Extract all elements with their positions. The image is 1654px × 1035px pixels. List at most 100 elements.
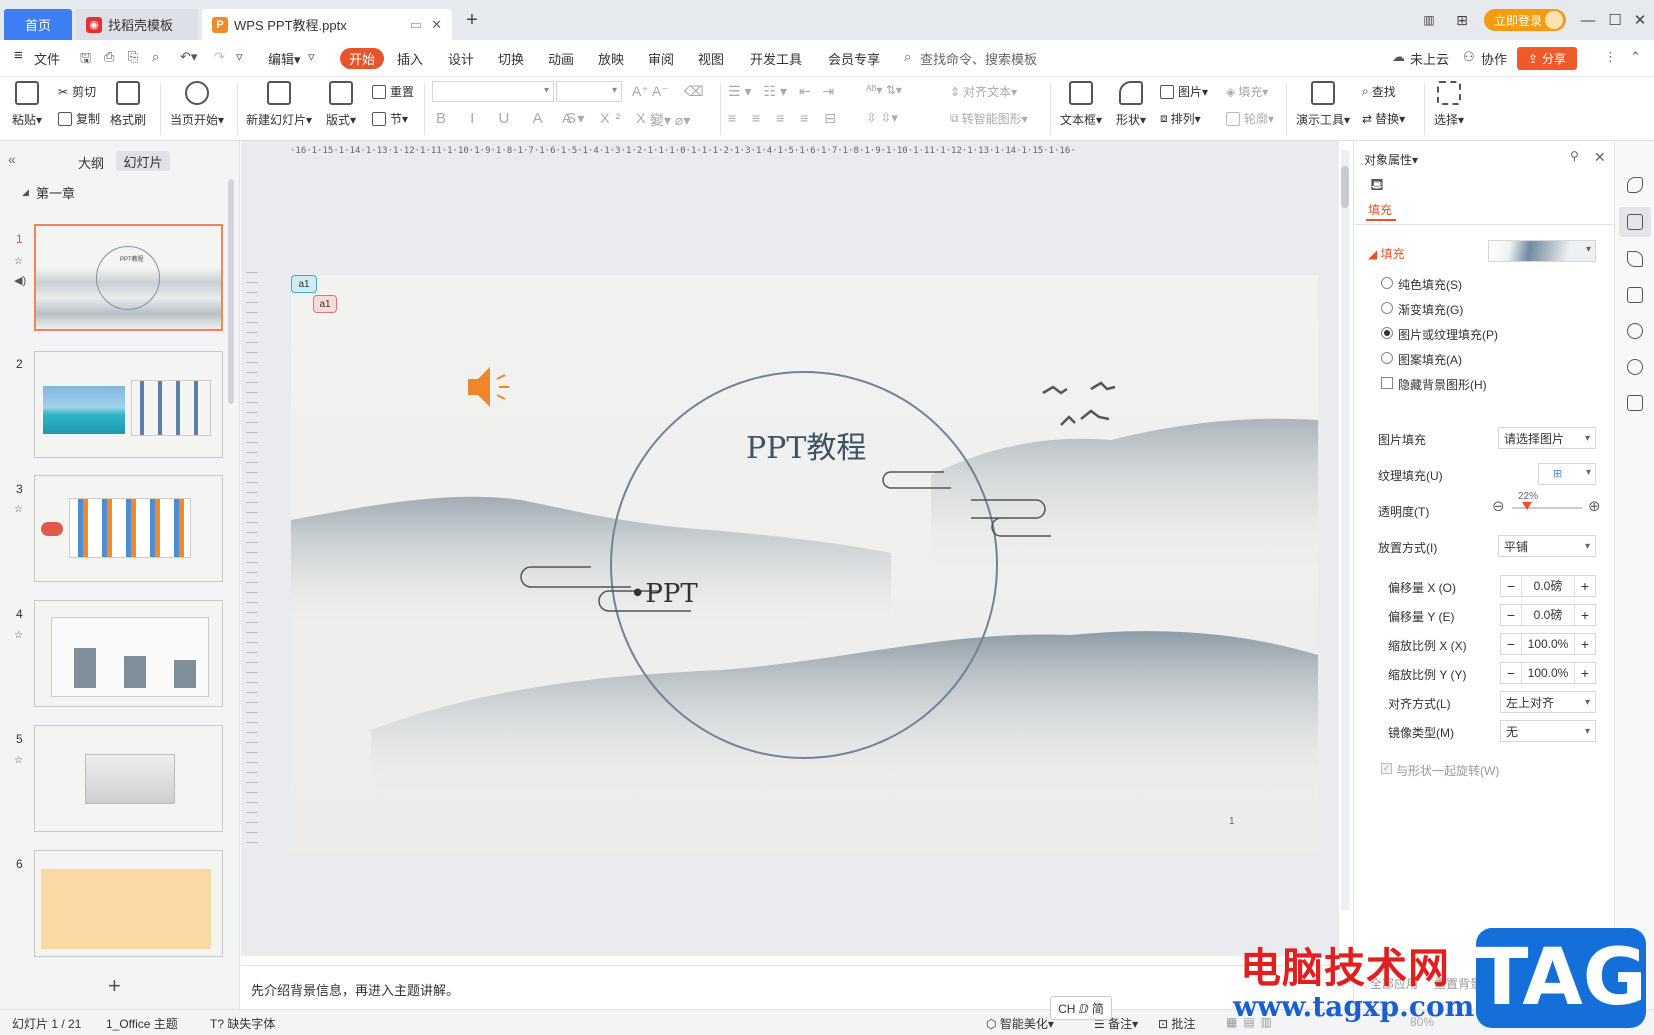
add-slide-button[interactable]: + (108, 973, 121, 999)
menu-edit[interactable]: 编辑▾ (268, 49, 301, 68)
slider-handle[interactable] (1522, 502, 1533, 510)
pin-icon[interactable]: ⚲ (1570, 149, 1579, 163)
mirror-select[interactable]: 无 (1500, 720, 1596, 742)
format-brush-button[interactable]: 格式刷 (110, 81, 146, 128)
menu-vip[interactable]: 会员专享 (828, 49, 880, 68)
slide-thumbnail-6[interactable] (34, 850, 223, 957)
cloud-status[interactable]: 未上云 (1410, 49, 1449, 68)
undo-icon[interactable]: ↶▾ (180, 49, 197, 65)
scale-y-value[interactable]: 100.0% (1521, 663, 1575, 683)
slide-1[interactable]: a1 a1 PPT教程 •PPT 1 (291, 275, 1318, 853)
radio-gradient-fill[interactable] (1381, 302, 1393, 314)
panel-title[interactable]: 对象属性▾ (1364, 151, 1418, 168)
settings-icon[interactable] (1627, 323, 1643, 339)
redo-icon[interactable]: ↷ (214, 49, 225, 65)
play-current-button[interactable]: 当页开始▾ (170, 81, 224, 128)
star-icon[interactable] (1627, 251, 1643, 267)
select-button[interactable]: 选择▾ (1434, 81, 1464, 128)
close-window-button[interactable]: ✕ (1628, 8, 1652, 32)
menu-dev[interactable]: 开发工具 (750, 49, 802, 68)
picture-button[interactable]: 图片 ▾ (1160, 83, 1208, 100)
slide-thumbnail-4[interactable] (34, 600, 223, 707)
horizontal-ruler[interactable]: ·16·1·15·1·14·1·13·1·12·1·11·1·10·1·9·1·… (290, 146, 1318, 158)
layout-button[interactable]: 版式▾ (326, 81, 356, 128)
collapse-panel-icon[interactable]: « (8, 151, 16, 167)
font-family-select[interactable]: ▾ (432, 81, 554, 102)
menu-animation[interactable]: 动画 (548, 49, 574, 68)
pin-icon[interactable]: ▭ (410, 17, 422, 33)
close-icon[interactable]: ✕ (1594, 149, 1606, 166)
offset-x-stepper[interactable]: −0.0磅 + (1500, 575, 1596, 597)
ime-indicator[interactable]: CH ⅅ 简 (1050, 996, 1112, 1020)
preview-icon[interactable]: ⌕ (152, 49, 159, 65)
comments-toggle-button[interactable]: ⊡ 批注 (1158, 1015, 1195, 1032)
customize-icon[interactable]: ▿ (236, 49, 243, 65)
location-icon[interactable] (1627, 359, 1643, 375)
tab-template[interactable]: ◉ 找稻壳模板 (76, 9, 198, 40)
fill-section-toggle[interactable]: ◢ 填充 (1368, 245, 1405, 262)
textbox-button[interactable]: 文本框▾ (1060, 81, 1102, 128)
smart-shape-button[interactable]: ⧉ 转智能图形 ▾ (950, 110, 1028, 127)
placement-select[interactable]: 平铺 (1498, 535, 1596, 557)
menu-start[interactable]: 开始 (340, 48, 384, 69)
comment-icon[interactable] (1627, 287, 1643, 303)
apps-grid-icon[interactable]: ⊞ (1450, 8, 1474, 32)
minus-icon[interactable]: − (1501, 634, 1521, 654)
font-size-select[interactable]: ▾ (556, 81, 622, 102)
scale-y-stepper[interactable]: −100.0% + (1500, 662, 1596, 684)
canvas-scrollbar[interactable] (1341, 150, 1349, 910)
book-icon[interactable] (1627, 395, 1643, 411)
theme-name[interactable]: 1_Office 主题 (106, 1015, 178, 1032)
slide-thumbnail-2[interactable] (34, 351, 223, 458)
pic-fill-select[interactable]: 请选择图片 (1498, 427, 1596, 449)
scale-x-stepper[interactable]: −100.0% + (1500, 633, 1596, 655)
window-layout-icon[interactable]: ▥ (1417, 8, 1441, 32)
vertical-ruler[interactable] (246, 272, 258, 852)
plus-icon[interactable]: + (1575, 663, 1595, 683)
section-button[interactable]: 节 ▾ (372, 110, 408, 127)
tab-outline[interactable]: 大纲 (78, 153, 104, 172)
menu-show[interactable]: 放映 (598, 49, 624, 68)
shape-button[interactable]: 形状▾ (1116, 81, 1146, 128)
cut-button[interactable]: ✂ 剪切 (58, 83, 96, 100)
print-icon[interactable]: ⎘ (128, 49, 138, 65)
copy-button[interactable]: 复制 (58, 110, 100, 127)
notes-pane[interactable]: 先介绍背景信息，再进入主题讲解。 (241, 965, 1339, 1009)
collapse-ribbon-icon[interactable]: ⌃ (1630, 49, 1641, 65)
command-search[interactable]: 查找命令、搜索模板 (920, 49, 1037, 68)
properties-icon[interactable] (1627, 214, 1643, 230)
font-color-icons[interactable]: A▾ X² X₂ (562, 110, 663, 127)
menu-design[interactable]: 设计 (448, 49, 474, 68)
slide-thumbnail-1[interactable]: PPT教程 (34, 224, 223, 331)
find-button[interactable]: ⌕ 查找 (1362, 83, 1396, 100)
missing-font-button[interactable]: T? 缺失字体 (210, 1015, 275, 1032)
paste-button[interactable]: 粘贴▾ (12, 81, 42, 128)
tab-slides[interactable]: 幻灯片 (116, 151, 170, 171)
radio-picture-fill[interactable] (1381, 327, 1393, 339)
menu-review[interactable]: 审阅 (648, 49, 674, 68)
minus-icon[interactable]: − (1501, 663, 1521, 683)
list-icons[interactable]: ☰▾ ☷▾ ⇤ ⇥ (728, 83, 838, 100)
maximize-button[interactable]: ☐ (1603, 8, 1627, 32)
slide-thumbnail-5[interactable] (34, 725, 223, 832)
slide-bullet-text[interactable]: •PPT (630, 579, 698, 609)
transparency-decrease-icon[interactable]: ⊖ (1492, 497, 1505, 515)
line-spacing-icon[interactable]: ⇳ ⇳▾ (866, 110, 898, 126)
new-slide-button[interactable]: 新建幻灯片▾ (246, 81, 312, 128)
align-select[interactable]: 左上对齐 (1500, 691, 1596, 713)
text-direction-icon[interactable]: ᴬᴮ▾ ⇅▾ (866, 83, 902, 97)
hide-bg-checkbox[interactable] (1381, 377, 1393, 389)
more-icon[interactable]: ⋮ (1604, 49, 1617, 65)
comment-marker-1[interactable]: a1 (291, 275, 317, 293)
login-button[interactable]: 立即登录 (1484, 9, 1566, 31)
present-tools-button[interactable]: 演示工具▾ (1296, 81, 1350, 128)
increase-font-icon[interactable]: A⁺ A⁻ (632, 83, 669, 100)
comment-marker-2[interactable]: a1 (313, 295, 337, 313)
minus-icon[interactable]: − (1501, 605, 1521, 625)
reset-button[interactable]: 重置 (372, 83, 414, 100)
align-text-button[interactable]: ⇕ 对齐文本 ▾ (950, 83, 1017, 100)
paragraph-align-icons[interactable]: ≡ ≡ ≡ ≡ ⊟ (728, 110, 842, 127)
fill-button[interactable]: ◈ 填充 ▾ (1226, 83, 1268, 100)
offset-y-stepper[interactable]: −0.0磅 + (1500, 604, 1596, 626)
minimize-button[interactable]: — (1576, 8, 1600, 32)
